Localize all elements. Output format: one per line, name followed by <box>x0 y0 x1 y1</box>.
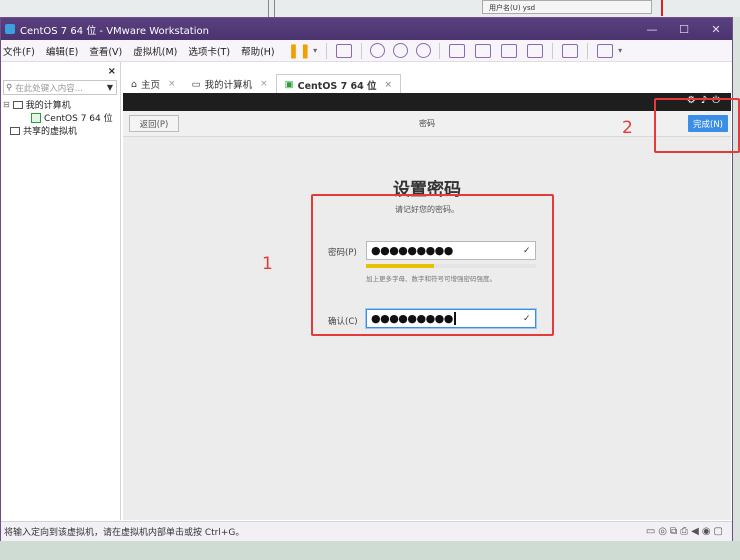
status-bar: 将输入定向到该虚拟机，请在虚拟机内部单击或按 Ctrl+G。 ▭◎⧉⎙◀◉▢ <box>1 521 732 541</box>
close-icon[interactable]: × <box>168 79 176 89</box>
tab-centos[interactable]: ▣ CentOS 7 64 位 × <box>275 74 402 94</box>
window-title: CentOS 7 64 位 - VMware Workstation <box>20 25 209 37</box>
annotation-label-1: 1 <box>262 254 273 274</box>
toolbar-separator <box>552 42 554 59</box>
search-icon: ⚲ <box>6 82 13 93</box>
minimize-icon[interactable]: — <box>636 23 668 36</box>
unity-icon[interactable] <box>527 43 544 58</box>
chevron-down-icon[interactable]: ▼ <box>107 83 113 92</box>
menu-file[interactable]: 文件(F) <box>3 44 35 58</box>
tab-label: 我的计算机 <box>204 80 253 91</box>
tree-item-label: CentOS 7 64 位 <box>44 114 113 124</box>
tab-label: CentOS 7 64 位 <box>297 80 377 92</box>
close-icon[interactable]: × <box>385 80 393 90</box>
chevron-down-icon[interactable]: ▾ <box>313 46 317 55</box>
toolbar-separator <box>326 42 328 59</box>
collapse-icon[interactable]: ⊟ <box>3 100 10 109</box>
status-text: 将输入定向到该虚拟机，请在虚拟机内部单击或按 Ctrl+G。 <box>4 528 245 538</box>
tree-item-label: 我的计算机 <box>25 101 71 111</box>
tree-item-my-computer[interactable]: ⊟ 我的计算机 <box>1 98 113 111</box>
close-icon[interactable]: × <box>108 66 116 77</box>
background-popup: 用户名(U) ysd <box>482 0 652 14</box>
tree-item-centos[interactable]: CentOS 7 64 位 <box>1 111 113 124</box>
revert-snapshot-icon[interactable] <box>393 43 409 58</box>
desktop-bottom <box>0 541 740 560</box>
computer-icon: ▭ <box>191 78 201 90</box>
menu-view[interactable]: 查看(V) <box>89 44 122 58</box>
installer-top-strip: ⚙♪⏻ <box>123 93 731 111</box>
send-ctrl-alt-del-icon[interactable] <box>336 43 353 58</box>
tab-label: 主页 <box>141 80 161 91</box>
pause-icon[interactable]: ❚❚ <box>288 43 311 59</box>
console-view-icon[interactable] <box>562 43 579 58</box>
installer-header: 返回(P) 密码 完成(N) <box>123 111 731 137</box>
device-status-icons[interactable]: ▭◎⧉⎙◀◉▢ <box>646 526 726 537</box>
vmware-icon <box>5 24 15 34</box>
shared-vm-icon <box>10 126 20 135</box>
menu-bar: 文件(F) 编辑(E) 查看(V) 虚拟机(M) 选项卡(T) 帮助(H) ❚❚… <box>1 40 732 62</box>
full-screen-icon[interactable] <box>501 43 518 58</box>
toolbar-separator <box>439 42 441 59</box>
snapshot-icon[interactable] <box>370 43 386 58</box>
annotation-label-2: 2 <box>622 118 633 138</box>
window-controls: — ☐ ✕ <box>636 23 732 36</box>
library-sidebar: × ⚲ 在此处键入内容... ▼ ⊟ 我的计算机 CentOS 7 64 位 共… <box>1 62 121 520</box>
virtual-machine-icon <box>31 112 41 123</box>
window-edge <box>733 17 740 541</box>
close-icon[interactable]: × <box>260 79 268 89</box>
toolbar-separator <box>361 42 363 59</box>
menu-edit[interactable]: 编辑(E) <box>46 44 78 58</box>
header-title: 密码 <box>419 119 435 128</box>
menu-vm[interactable]: 虚拟机(M) <box>133 44 177 58</box>
tree-item-shared[interactable]: 共享的虚拟机 <box>1 124 113 137</box>
search-placeholder: 在此处键入内容... <box>15 83 83 94</box>
show-library-icon[interactable] <box>449 43 466 58</box>
library-tree: ⊟ 我的计算机 CentOS 7 64 位 共享的虚拟机 <box>1 98 113 137</box>
library-search-input[interactable]: ⚲ 在此处键入内容... ▼ <box>3 80 117 95</box>
close-window-icon[interactable]: ✕ <box>700 23 732 36</box>
menu-help[interactable]: 帮助(H) <box>241 44 275 58</box>
menu-tabs[interactable]: 选项卡(T) <box>188 44 230 58</box>
thumbnail-bar-icon[interactable] <box>475 43 492 58</box>
tab-bar: ⌂ 主页 × ▭ 我的计算机 × ▣ CentOS 7 64 位 × <box>123 72 402 94</box>
stretch-view-icon[interactable] <box>597 43 614 58</box>
annotation-box-2 <box>654 98 740 153</box>
tree-item-label: 共享的虚拟机 <box>23 127 78 137</box>
snapshot-manager-icon[interactable] <box>416 43 432 58</box>
annotation-box-1 <box>311 194 554 336</box>
toolbar-separator <box>587 42 589 59</box>
maximize-icon[interactable]: ☐ <box>668 23 700 36</box>
background-divider <box>268 0 269 17</box>
home-icon: ⌂ <box>131 78 138 90</box>
background-red-mark <box>661 0 663 16</box>
computer-icon <box>12 100 23 109</box>
chevron-down-icon[interactable]: ▾ <box>618 46 622 55</box>
background-divider <box>274 0 275 17</box>
virtual-machine-icon: ▣ <box>284 79 294 90</box>
tab-home[interactable]: ⌂ 主页 × <box>123 74 184 94</box>
tab-my-computer[interactable]: ▭ 我的计算机 × <box>184 74 276 94</box>
title-bar: CentOS 7 64 位 - VMware Workstation — ☐ ✕ <box>1 18 732 40</box>
